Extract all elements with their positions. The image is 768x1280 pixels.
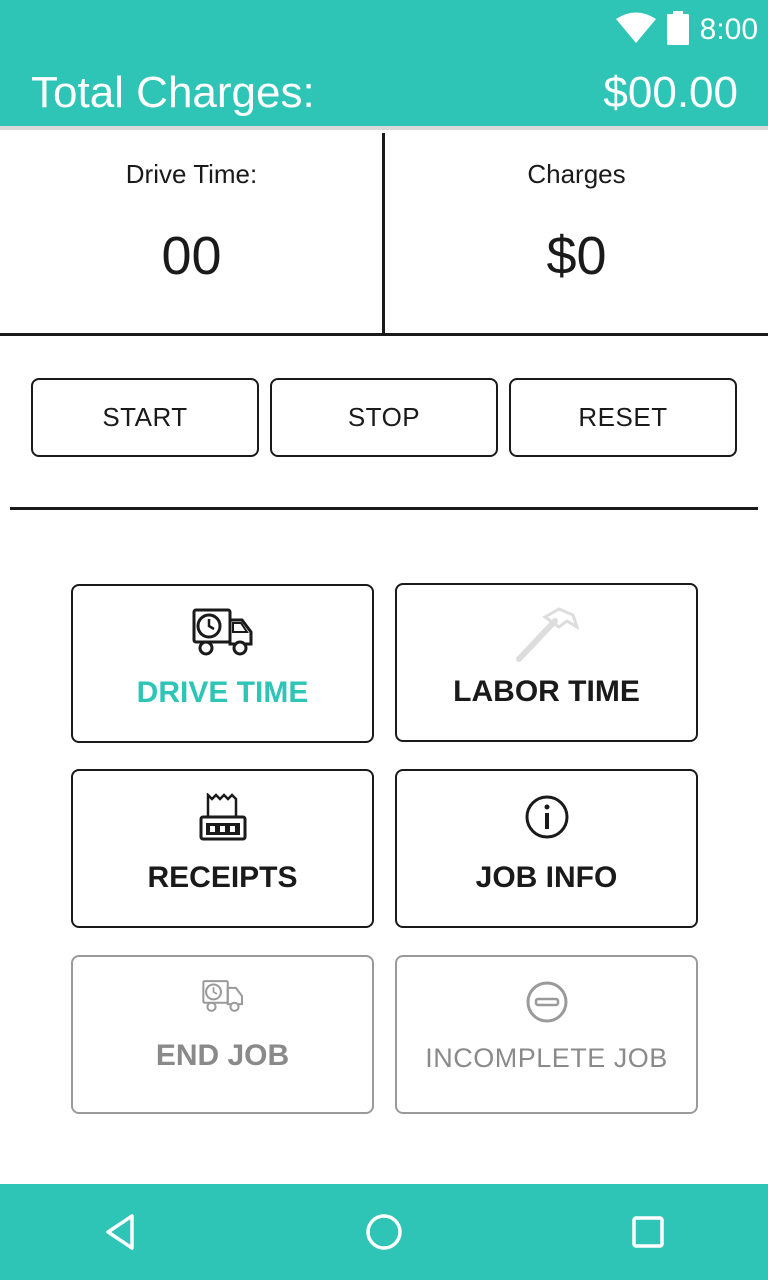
drive-time-label: Drive Time: [125, 159, 258, 189]
job-info-tile[interactable]: JOB INFO [395, 769, 698, 928]
drive-time-tile-label: DRIVE TIME [136, 676, 309, 709]
job-info-tile-label: JOB INFO [475, 861, 618, 894]
charges-value: $0 [546, 226, 607, 286]
drive-time-stat: Drive Time: 00 [0, 133, 383, 333]
status-time: 8:00 [699, 13, 758, 46]
app-bar: Total Charges: $00.00 [0, 60, 768, 130]
navigation-bar [0, 1184, 768, 1280]
minus-circle-icon [397, 979, 696, 1035]
stop-button[interactable]: STOP [270, 378, 498, 457]
wifi-icon [615, 12, 656, 49]
back-icon[interactable] [94, 1206, 146, 1258]
home-icon[interactable] [358, 1206, 410, 1258]
truck-clock-icon [73, 979, 372, 1035]
labor-time-tile-label: LABOR TIME [453, 675, 640, 708]
battery-icon [666, 10, 690, 50]
reset-button[interactable]: RESET [509, 378, 737, 457]
charges-label: Charges [527, 159, 626, 189]
end-job-tile[interactable]: END JOB [71, 955, 374, 1114]
incomplete-job-tile-label: INCOMPLETE JOB [425, 1043, 668, 1073]
drive-time-value: 00 [161, 226, 222, 286]
charges-stat: Charges $0 [385, 133, 768, 333]
hammer-icon [397, 607, 696, 663]
stats-panel: Drive Time: 00 Charges $0 [0, 133, 768, 336]
page-title: Total Charges: [31, 68, 315, 117]
receipts-tile-label: RECEIPTS [147, 861, 298, 894]
truck-clock-icon [73, 608, 372, 664]
drive-time-tile[interactable]: DRIVE TIME [71, 584, 374, 743]
status-icons: 8:00 [615, 8, 758, 52]
total-charges-value: $00.00 [603, 68, 738, 117]
section-divider [10, 507, 758, 510]
status-bar: 8:00 [0, 0, 768, 60]
labor-time-tile[interactable]: LABOR TIME [395, 583, 698, 742]
end-job-tile-label: END JOB [155, 1039, 290, 1072]
info-icon [397, 793, 696, 849]
incomplete-job-tile[interactable]: INCOMPLETE JOB [395, 955, 698, 1114]
receipt-icon [73, 793, 372, 849]
start-button[interactable]: START [31, 378, 259, 457]
receipts-tile[interactable]: RECEIPTS [71, 769, 374, 928]
recents-icon[interactable] [622, 1206, 674, 1258]
